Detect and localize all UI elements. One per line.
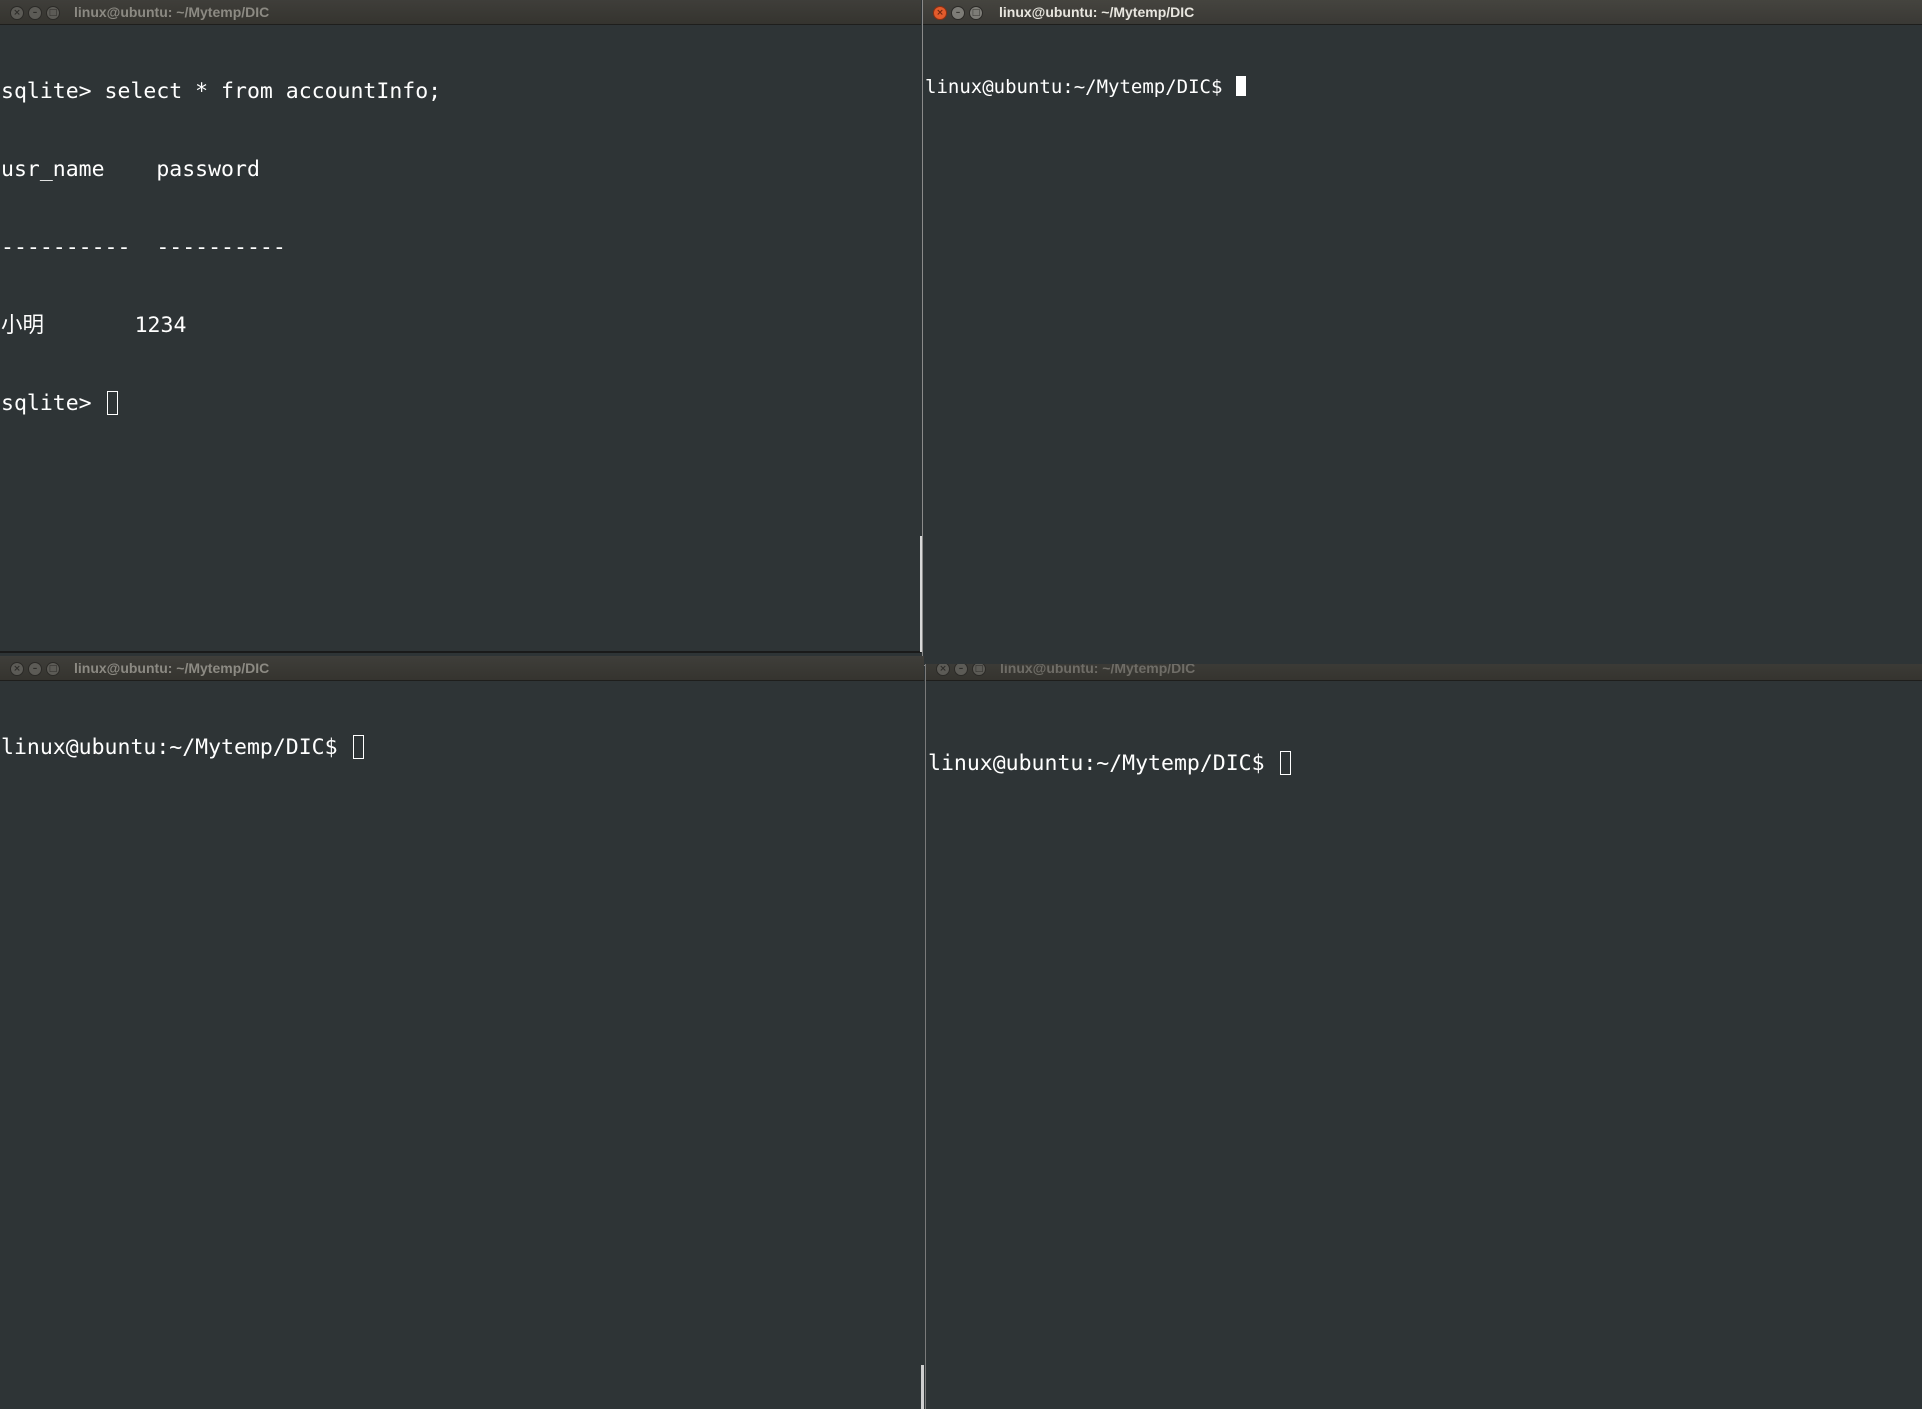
window-resize-edge[interactable]: [920, 536, 922, 652]
close-icon[interactable]: ×: [933, 6, 947, 20]
terminal-line: usr_name password: [1, 157, 260, 182]
terminal-line: sqlite> select * from accountInfo;: [1, 79, 442, 104]
maximize-icon[interactable]: □: [46, 6, 60, 20]
window-title: linux@ubuntu: ~/Mytemp/DIC: [74, 660, 270, 676]
minimize-icon[interactable]: –: [28, 662, 42, 676]
terminal-prompt: linux@ubuntu:~/Mytemp/DIC$: [925, 76, 1234, 98]
minimize-icon[interactable]: –: [954, 664, 968, 676]
terminal-prompt-line[interactable]: linux@ubuntu:~/Mytemp/DIC$: [928, 751, 1922, 777]
window-title: linux@ubuntu: ~/Mytemp/DIC: [74, 4, 270, 20]
terminal-prompt: linux@ubuntu:~/Mytemp/DIC$: [1, 735, 351, 760]
window-titlebar[interactable]: × – □ linux@ubuntu: ~/Mytemp/DIC: [923, 0, 1922, 25]
terminal-prompt-line[interactable]: linux@ubuntu:~/Mytemp/DIC$: [1, 735, 924, 761]
minimize-icon[interactable]: –: [951, 6, 965, 20]
cursor: [1279, 751, 1291, 775]
window-title: linux@ubuntu: ~/Mytemp/DIC: [999, 4, 1195, 20]
terminal-window-top-left[interactable]: × – □ linux@ubuntu: ~/Mytemp/DIC sqlite>…: [0, 0, 921, 652]
terminal-line: ---------- ----------: [1, 235, 286, 260]
terminal-output[interactable]: linux@ubuntu:~/Mytemp/DIC$: [925, 27, 1922, 665]
terminal-prompt: linux@ubuntu:~/Mytemp/DIC$: [928, 751, 1278, 776]
terminal-window-top-right[interactable]: × – □ linux@ubuntu: ~/Mytemp/DIC linux@u…: [922, 0, 1922, 666]
window-titlebar[interactable]: × – □ linux@ubuntu: ~/Mytemp/DIC: [926, 664, 1922, 681]
terminal-line: 小明 1234: [1, 313, 187, 338]
window-controls: × – □: [10, 6, 60, 20]
window-controls: × – □: [10, 662, 60, 676]
close-icon[interactable]: ×: [10, 6, 24, 20]
terminal-prompt-line[interactable]: sqlite>: [1, 391, 921, 417]
terminal-prompt: sqlite>: [1, 391, 105, 416]
cursor: [1235, 76, 1246, 96]
terminal-window-bottom-left[interactable]: × – □ linux@ubuntu: ~/Mytemp/DIC linux@u…: [0, 656, 924, 1409]
window-controls: × – □: [936, 664, 986, 676]
window-divider: [0, 651, 921, 653]
window-titlebar[interactable]: × – □ linux@ubuntu: ~/Mytemp/DIC: [0, 656, 924, 681]
cursor: [352, 735, 364, 759]
close-icon[interactable]: ×: [936, 664, 950, 676]
terminal-prompt-line[interactable]: linux@ubuntu:~/Mytemp/DIC$: [925, 75, 1922, 101]
window-resize-edge[interactable]: [921, 1365, 924, 1409]
maximize-icon[interactable]: □: [969, 6, 983, 20]
maximize-icon[interactable]: □: [972, 664, 986, 676]
close-icon[interactable]: ×: [10, 662, 24, 676]
cursor: [106, 391, 118, 415]
window-controls: × – □: [933, 6, 983, 20]
terminal-output[interactable]: sqlite> select * from accountInfo; usr_n…: [1, 27, 921, 652]
terminal-output[interactable]: linux@ubuntu:~/Mytemp/DIC$: [928, 699, 1922, 1409]
minimize-icon[interactable]: –: [28, 6, 42, 20]
maximize-icon[interactable]: □: [46, 662, 60, 676]
desktop: × – □ linux@ubuntu: ~/Mytemp/DIC sqlite>…: [0, 0, 1922, 1409]
window-title: linux@ubuntu: ~/Mytemp/DIC: [1000, 664, 1196, 676]
terminal-window-bottom-right[interactable]: × – □ linux@ubuntu: ~/Mytemp/DIC linux@u…: [925, 664, 1922, 1409]
window-titlebar[interactable]: × – □ linux@ubuntu: ~/Mytemp/DIC: [0, 0, 921, 25]
terminal-output[interactable]: linux@ubuntu:~/Mytemp/DIC$: [1, 683, 924, 1409]
